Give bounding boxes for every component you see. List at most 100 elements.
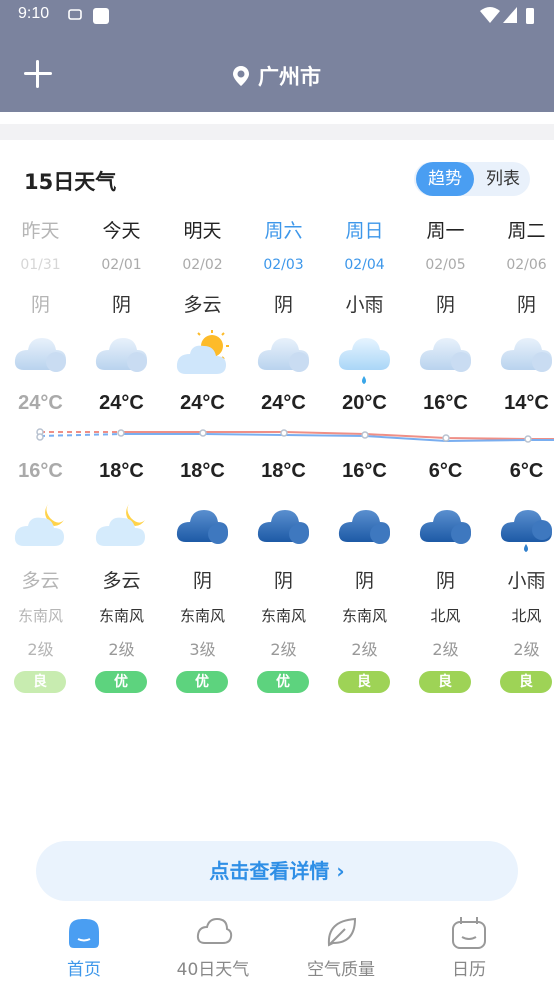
- high-temp: 14°C: [504, 392, 549, 414]
- notification-icon: [68, 9, 82, 20]
- location[interactable]: 广州市: [232, 61, 321, 91]
- day-name: 周六: [264, 220, 303, 242]
- day-condition: 阴: [435, 294, 455, 316]
- forecast-day-column[interactable]: 今天 02/01 阴 24°C 18°C 多云东南风 2级优: [81, 210, 162, 700]
- partly-cloudy-night-icon: [14, 504, 64, 546]
- forecast-day-column[interactable]: 昨天 01/31 阴 24°C 16°C 多云 东南风 2级良: [0, 210, 81, 700]
- wind-direction: 东南风: [341, 607, 387, 625]
- status-bar: 9:10: [0, 0, 554, 30]
- night-condition: 阴: [354, 570, 374, 592]
- air-quality-badge: 良: [500, 671, 552, 693]
- location-pin-icon: [233, 66, 249, 86]
- forecast-day-column[interactable]: 周六 02/03 阴 24°C 18°C 阴东南风 2级优: [243, 210, 324, 700]
- wind-level: 3级: [189, 640, 216, 659]
- app-notification-icon: [93, 8, 109, 24]
- add-city-button[interactable]: [22, 58, 54, 90]
- high-point: [524, 435, 532, 443]
- wind-direction: 北风: [430, 607, 461, 625]
- forecast-title: 15日天气: [24, 170, 117, 194]
- overcast-night-icon: [338, 510, 390, 544]
- day-name: 昨天: [21, 220, 60, 242]
- high-temp: 24°C: [18, 392, 63, 414]
- wind-direction: 东南风: [179, 607, 225, 625]
- low-temp: 18°C: [261, 460, 306, 482]
- overcast-icon: [419, 338, 471, 372]
- overcast-night-icon: [176, 510, 228, 544]
- day-date: 02/03: [263, 257, 304, 273]
- list-tab[interactable]: 列表: [476, 162, 530, 196]
- bottom-nav: 首页 40日天气 空气质量 日历: [0, 905, 554, 984]
- high-temp: 24°C: [99, 392, 144, 414]
- wind-direction: 东南风: [98, 607, 144, 625]
- divider: [0, 124, 554, 140]
- night-condition: 多云: [102, 570, 141, 592]
- day-date: 02/06: [506, 257, 547, 273]
- leaf-icon: [327, 917, 357, 947]
- overcast-icon: [500, 338, 552, 372]
- low-temp: 6°C: [509, 460, 544, 482]
- wind-direction: 东南风: [17, 607, 63, 625]
- trend-tab[interactable]: 趋势: [416, 162, 474, 196]
- night-condition: 小雨: [507, 570, 546, 592]
- light-rain-night-icon: [500, 510, 552, 552]
- wind-direction: 东南风: [260, 607, 306, 625]
- partly-cloudy-day-icon: [176, 330, 229, 374]
- high-temp: 24°C: [180, 392, 225, 414]
- light-rain-icon: [338, 338, 390, 384]
- nav-40day-label: 40日天气: [176, 960, 250, 980]
- air-quality-badge: 优: [257, 671, 309, 693]
- nav-home-label: 首页: [67, 960, 101, 980]
- low-line: [121, 433, 554, 443]
- overcast-night-icon: [419, 510, 471, 544]
- night-condition: 多云: [21, 570, 60, 592]
- day-name: 周二: [507, 220, 546, 242]
- battery-icon: [526, 8, 534, 24]
- air-quality-badge: 良: [338, 671, 390, 693]
- view-details-button[interactable]: 点击查看详情 ›: [36, 841, 518, 901]
- forecast-day-column[interactable]: 周一 02/05 阴 16°C 6°C 阴北风 2级良: [405, 210, 486, 700]
- city-name: 广州市: [258, 65, 321, 89]
- high-temp: 20°C: [342, 392, 387, 414]
- high-point: [442, 434, 450, 442]
- air-quality-badge: 优: [176, 671, 228, 693]
- nav-air-label: 空气质量: [307, 960, 375, 980]
- air-quality-badge: 优: [95, 671, 147, 693]
- day-date: 02/05: [425, 257, 466, 273]
- forecast-day-column[interactable]: 周日 02/04 小雨 20°C 16°C 阴东南风 2级良: [324, 210, 405, 700]
- day-name: 今天: [102, 220, 141, 242]
- high-point: [361, 431, 369, 439]
- wind-level: 2级: [108, 640, 135, 659]
- partly-cloudy-night-icon: [95, 504, 145, 546]
- day-date: 02/01: [101, 257, 142, 273]
- overcast-icon: [95, 338, 147, 372]
- night-condition: 阴: [435, 570, 455, 592]
- air-quality-badge: 良: [419, 671, 471, 693]
- low-line-past: [39, 433, 122, 437]
- forecast-day-column[interactable]: 周二 02/06 阴 14°C 6°C 小雨 北风 2级良: [486, 210, 554, 700]
- day-date: 01/31: [20, 257, 61, 273]
- low-temp: 16°C: [18, 460, 63, 482]
- night-condition: 阴: [192, 570, 212, 592]
- low-temp: 6°C: [428, 460, 463, 482]
- day-name: 明天: [183, 220, 222, 242]
- low-temp: 16°C: [342, 460, 387, 482]
- day-condition: 小雨: [345, 294, 384, 316]
- high-point: [199, 429, 207, 437]
- wind-level: 2级: [270, 640, 297, 659]
- high-temp: 24°C: [261, 392, 306, 414]
- day-name: 周一: [426, 220, 465, 242]
- high-temp: 16°C: [423, 392, 468, 414]
- forecast-day-column[interactable]: 明天 02/02 多云 24°C 18°C 阴东南风 3级优: [162, 210, 243, 700]
- low-point: [36, 433, 44, 441]
- day-condition: 阴: [111, 294, 131, 316]
- air-quality-badge: 良: [14, 671, 66, 693]
- signal-icon: [503, 7, 517, 23]
- nav-calendar-label: 日历: [452, 960, 486, 980]
- day-condition: 多云: [183, 294, 222, 316]
- header: 9:10 广州市: [0, 0, 554, 112]
- day-name: 周日: [345, 220, 384, 242]
- temperature-curves: [36, 428, 554, 443]
- low-temp: 18°C: [99, 460, 144, 482]
- home-icon: [69, 919, 99, 948]
- day-condition: 阴: [273, 294, 293, 316]
